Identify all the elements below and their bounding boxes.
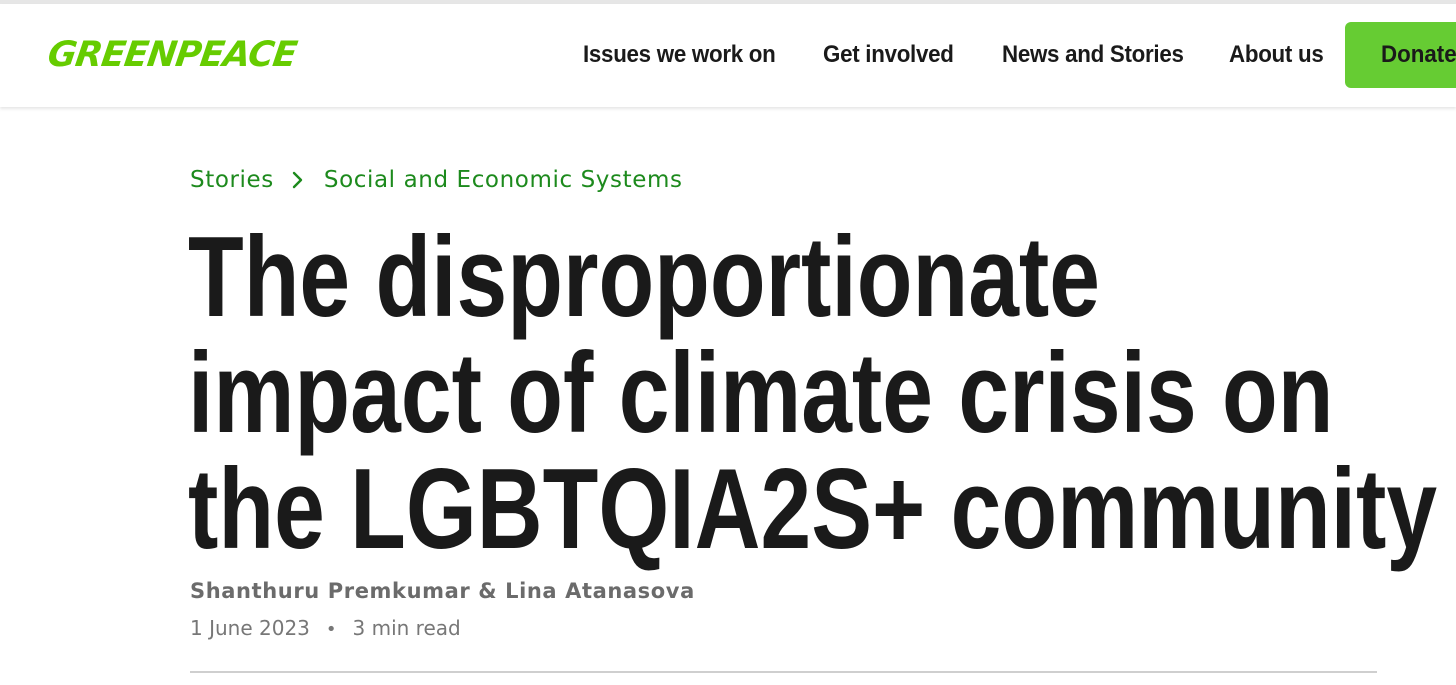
chevron-right-icon [292, 170, 304, 190]
article-authors[interactable]: Shanthuru Premkumar & Lina Atanasova [190, 576, 695, 606]
article-title: The disproportionate impact of climate c… [188, 214, 1438, 573]
site-header: GREENPEACE Issues we work on Get involve… [0, 4, 1456, 107]
breadcrumb: Stories Social and Economic Systems [190, 163, 683, 197]
nav-issues-we-work-on[interactable]: Issues we work on [583, 38, 776, 72]
meta-separator: • [325, 619, 337, 640]
nav-about-us[interactable]: About us [1229, 38, 1324, 72]
donate-button-label: Donate [1381, 41, 1456, 68]
main-nav: Issues we work on Get involved News and … [0, 4, 1456, 107]
donate-button[interactable]: Donate [1345, 22, 1456, 88]
article-title-line: The disproportionate [188, 214, 1100, 341]
breadcrumb-social-and-economic-systems[interactable]: Social and Economic Systems [324, 167, 683, 193]
breadcrumb-stories[interactable]: Stories [190, 167, 274, 193]
content-divider [190, 671, 1377, 673]
article-title-line: the LGBTQIA2S+ community [188, 446, 1438, 573]
publish-date: 1 June 2023 [190, 616, 310, 640]
nav-get-involved[interactable]: Get involved [823, 38, 954, 72]
read-time: 3 min read [352, 616, 461, 640]
article-title-line: impact of climate crisis on [188, 330, 1334, 457]
nav-news-and-stories[interactable]: News and Stories [1002, 38, 1184, 72]
article-meta: 1 June 2023 • 3 min read [190, 613, 461, 645]
